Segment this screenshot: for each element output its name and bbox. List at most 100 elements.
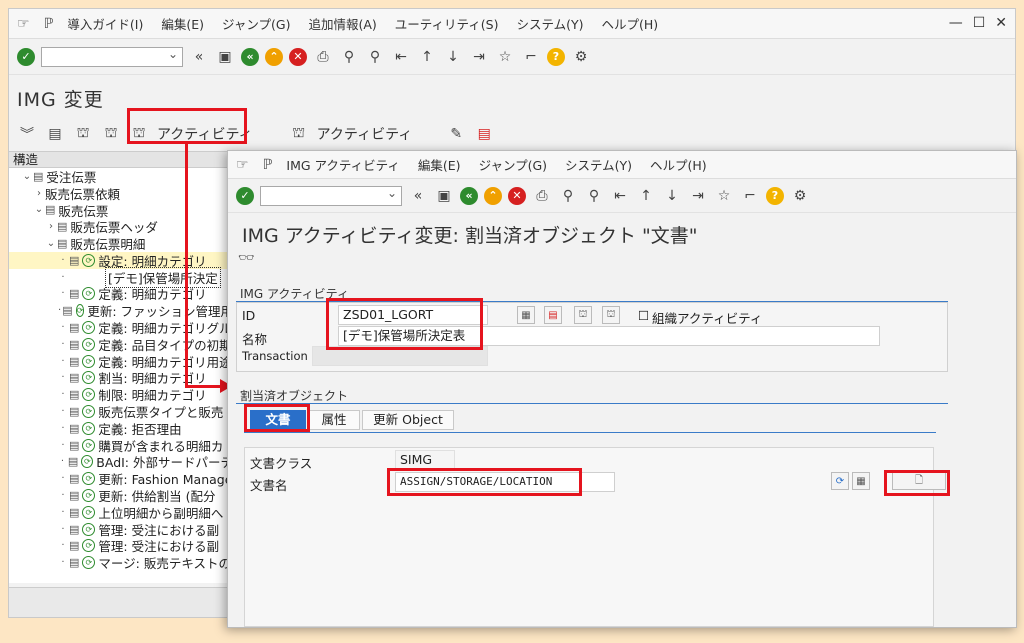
doc-detail-icon[interactable]: ▦ [852, 472, 870, 490]
document-icon[interactable]: ▤ [45, 203, 55, 216]
settings-gear-icon[interactable]: ⚙ [571, 47, 591, 67]
back-double-icon[interactable]: « [189, 47, 209, 67]
tree-toggle-icon[interactable]: · [57, 524, 69, 535]
popup-enter-check-icon[interactable]: ✓ [236, 186, 254, 205]
activity2-icon[interactable]: ⛫ [289, 124, 309, 144]
document-icon[interactable]: ▤ [69, 506, 79, 519]
document-icon[interactable]: ▤ [69, 439, 79, 452]
shortcut-icon[interactable]: ⌐ [521, 47, 541, 67]
command-field[interactable] [41, 46, 183, 67]
execute-clock-icon[interactable]: ⟳ [82, 287, 96, 301]
tree-node[interactable]: · ▤ ⟳ BAdI: 外部サードパーテ [9, 454, 233, 470]
tree-node[interactable]: · ▤ ⟳ 定義: 品目タイプの初期 [9, 336, 233, 353]
tree-node[interactable]: ⌄ ▤ 販売伝票 [9, 202, 233, 218]
execute-clock-icon[interactable]: ⟳ [82, 472, 96, 486]
tree-toggle-icon[interactable]: · [57, 423, 69, 434]
tree-toggle-icon[interactable]: ⌄ [21, 171, 33, 182]
last-page-icon[interactable]: ⇥ [469, 47, 489, 67]
popup-menu-edit[interactable]: 編集(E) [418, 155, 461, 174]
menu-item-utilities[interactable]: ユーティリティ(S) [395, 14, 499, 33]
tree-node[interactable]: ⌄ ▤ 販売伝票明細 [9, 235, 233, 252]
display-glasses-icon[interactable]: 👓︎ [238, 251, 255, 266]
tree-node[interactable]: · ▤ ⟳ 制限: 明細カテゴリ [9, 386, 233, 403]
minimize-icon[interactable]: — [949, 15, 963, 31]
menu-item-system[interactable]: システム(Y) [516, 14, 583, 33]
execute-clock-icon[interactable]: ⟳ [75, 304, 85, 318]
document-icon[interactable]: ▤ [69, 321, 79, 334]
tree-node[interactable]: · ▤ ⟳ 更新: Fashion Manage [9, 470, 233, 487]
id-tree-icon[interactable]: ⛫ [602, 306, 620, 324]
menu-item-extras[interactable]: 追加情報(A) [308, 14, 376, 33]
popup-find-icon[interactable]: ⚲ [558, 186, 578, 206]
document-icon[interactable]: ▤ [62, 304, 72, 317]
tree-toggle-icon[interactable]: · [57, 490, 69, 501]
tab-update-object[interactable]: 更新 Object [362, 410, 454, 430]
exit-icon[interactable]: ⌃ [265, 47, 283, 66]
execute-clock-icon[interactable]: ⟳ [82, 438, 96, 452]
document-icon[interactable]: ▤ [69, 523, 79, 536]
tree-node[interactable]: · ▤ ⟳ マージ: 販売テキストの [9, 554, 233, 571]
popup-exit-icon[interactable]: ⌃ [484, 186, 502, 205]
tree-toggle-icon[interactable]: · [57, 406, 69, 417]
document-icon[interactable]: ▤ [57, 220, 67, 233]
doc-refresh-icon[interactable]: ⟳ [831, 472, 849, 490]
popup-menu-jump[interactable]: ジャンプ(G) [479, 155, 547, 174]
enter-check-icon[interactable]: ✓ [17, 47, 35, 66]
popup-back-double-icon[interactable]: « [408, 186, 428, 206]
execute-clock-icon[interactable]: ⟳ [82, 522, 96, 536]
popup-menu-p-icon[interactable]: ℙ [263, 157, 273, 173]
tree-node[interactable]: · ▤ ⟳ 定義: 拒否理由 [9, 420, 233, 437]
document-icon[interactable]: ▤ [69, 472, 79, 485]
tree-toggle-icon[interactable]: · [57, 389, 69, 400]
first-page-icon[interactable]: ⇤ [391, 47, 411, 67]
close-icon[interactable]: ✕ [995, 15, 1007, 31]
back-icon[interactable]: « [241, 47, 259, 66]
execute-clock-icon[interactable]: ⟳ [81, 455, 94, 469]
popup-new-session-icon[interactable]: ☆ [714, 186, 734, 206]
tree-node[interactable]: · ▤ ⟳ 購買が含まれる明細カ [9, 437, 233, 454]
tree-toggle-icon[interactable]: ⌄ [33, 204, 45, 215]
popup-menu-arrow-icon[interactable]: ☞ [236, 157, 249, 173]
tree-toggle-icon[interactable]: · [57, 473, 69, 484]
org-activity-checkbox[interactable]: ☐ [638, 308, 649, 323]
tree-toggle-icon[interactable]: · [57, 272, 69, 283]
find-next-icon[interactable]: ⚲ [365, 47, 385, 67]
find-icon[interactable]: ⚲ [339, 47, 359, 67]
document-icon[interactable]: ▤ [69, 355, 79, 368]
document-icon[interactable]: ▤ [69, 405, 79, 418]
menu-item-edit[interactable]: 編集(E) [161, 14, 204, 33]
tree-node[interactable]: · ▤ ⟳ 定義: 明細カテゴリ用途 [9, 353, 233, 370]
print-icon[interactable]: ⎙ [313, 47, 333, 67]
document-icon[interactable]: ▤ [69, 422, 79, 435]
popup-prev-page-icon[interactable]: ↑ [636, 186, 656, 206]
next-page-icon[interactable]: ↓ [443, 47, 463, 67]
popup-last-page-icon[interactable]: ⇥ [688, 186, 708, 206]
new-session-icon[interactable]: ☆ [495, 47, 515, 67]
popup-first-page-icon[interactable]: ⇤ [610, 186, 630, 206]
document-icon[interactable]: ▤ [68, 455, 78, 468]
tree-node[interactable]: · ▤ ⟳ 定義: 明細カテゴリグル [9, 319, 233, 336]
tree-node[interactable]: · ▤ ⟳ 管理: 受注における副 [9, 538, 233, 554]
tree-toggle-icon[interactable]: › [45, 221, 57, 232]
popup-save-icon[interactable]: ▣ [434, 186, 454, 206]
tree-node[interactable]: · ▤ ⟳ 管理: 受注における副 [9, 521, 233, 538]
document-icon[interactable]: ▤ [69, 371, 79, 384]
menu-p-icon[interactable]: ℙ [44, 16, 54, 32]
execute-clock-icon[interactable]: ⟳ [82, 321, 96, 335]
save-icon[interactable]: ▣ [215, 47, 235, 67]
delete-doc-icon[interactable]: ▤ [474, 124, 494, 144]
document-icon[interactable]: ▤ [69, 388, 79, 401]
document-icon[interactable]: ▤ [69, 338, 79, 351]
execute-clock-icon[interactable]: ⟳ [82, 253, 96, 267]
expand-all-icon[interactable]: ︾ [17, 124, 37, 144]
popup-cancel-icon[interactable]: ✕ [508, 186, 526, 205]
tree-toggle-icon[interactable]: · [57, 255, 69, 266]
document-icon[interactable]: ▤ [57, 237, 67, 250]
menu-arrow-icon[interactable]: ☞ [17, 16, 30, 32]
document-icon[interactable]: ▤ [69, 254, 79, 267]
table-icon[interactable]: ▤ [45, 124, 65, 144]
tree-node[interactable]: › ▤ 販売伝票ヘッダ [9, 218, 233, 235]
tree-toggle-icon[interactable]: · [57, 356, 69, 367]
tree-node[interactable]: › 販売伝票依頼 [9, 185, 233, 202]
tree-toggle-icon[interactable]: · [57, 540, 69, 551]
